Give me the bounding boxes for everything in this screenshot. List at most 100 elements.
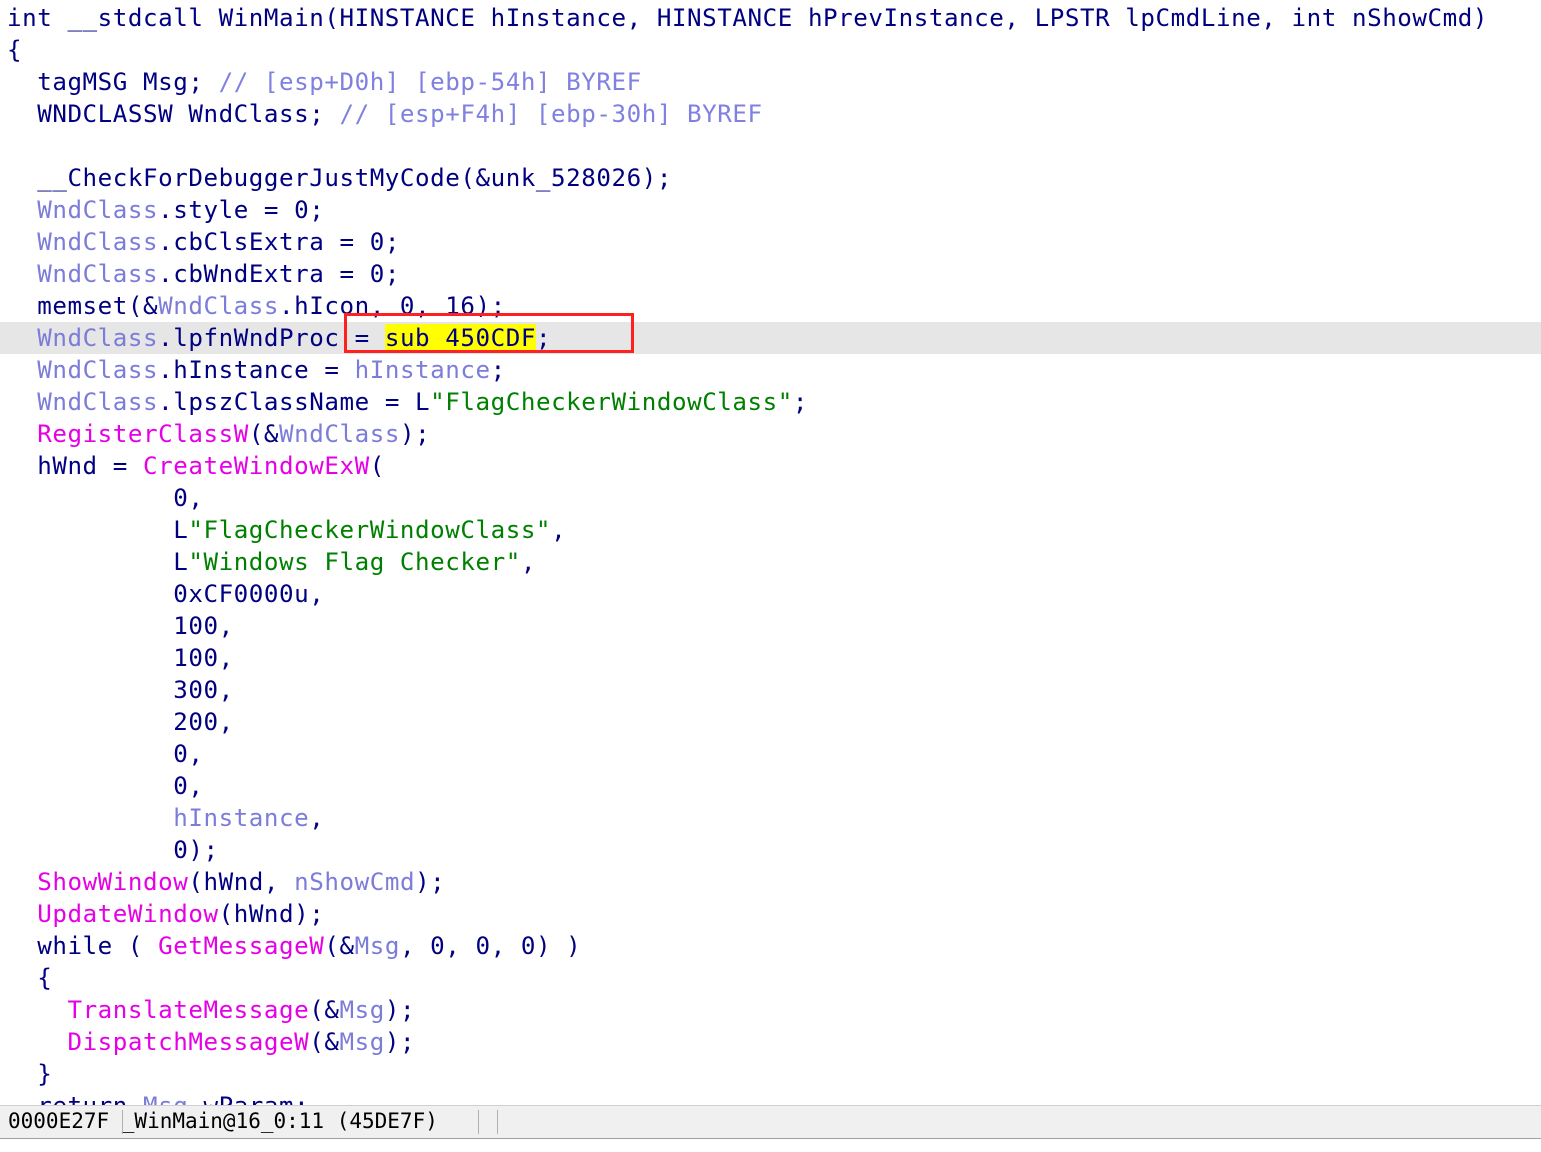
window-bottom-edge xyxy=(0,1138,1541,1152)
variable-token[interactable]: hInstance xyxy=(173,804,309,832)
code-token: ( xyxy=(369,452,385,480)
code-token: { xyxy=(7,964,53,992)
variable-token[interactable]: Msg xyxy=(339,1028,384,1056)
highlighted-identifier[interactable]: sub_450CDF xyxy=(384,324,536,352)
code-token: 300, xyxy=(7,676,234,704)
string-literal-token: "FlagCheckerWindowClass" xyxy=(430,388,793,416)
code-token: (hWnd); xyxy=(218,900,325,928)
code-line[interactable] xyxy=(0,130,1541,162)
variable-token[interactable]: Msg xyxy=(143,1092,188,1105)
code-line[interactable]: DispatchMessageW(&Msg); xyxy=(0,1026,1541,1058)
status-bar: 0000E27F _WinMain@16_0:11 (45DE7F) xyxy=(0,1105,1541,1139)
code-token: 0, xyxy=(7,740,204,768)
code-line[interactable]: { xyxy=(0,962,1541,994)
code-token: (& xyxy=(309,996,340,1024)
function-call-token[interactable]: CreateWindowExW xyxy=(143,452,370,480)
code-line[interactable]: WndClass.lpszClassName = L"FlagCheckerWi… xyxy=(0,386,1541,418)
variable-token[interactable]: hInstance xyxy=(355,356,491,384)
variable-token[interactable]: WndClass xyxy=(37,196,158,224)
function-call-token[interactable]: ShowWindow xyxy=(37,868,188,896)
function-call-token[interactable]: GetMessageW xyxy=(158,932,324,960)
code-line[interactable]: WndClass.style = 0; xyxy=(0,194,1541,226)
code-token: .lpfnWndProc = xyxy=(158,324,385,352)
function-call-token[interactable]: TranslateMessage xyxy=(67,996,309,1024)
code-token: .cbWndExtra = 0; xyxy=(158,260,400,288)
code-line[interactable]: hWnd = CreateWindowExW( xyxy=(0,450,1541,482)
variable-token[interactable]: WndClass xyxy=(37,356,158,384)
variable-token[interactable]: nShowCmd xyxy=(294,868,415,896)
code-line[interactable]: 300, xyxy=(0,674,1541,706)
code-line[interactable]: 0); xyxy=(0,834,1541,866)
code-token: ; xyxy=(792,388,808,416)
code-token: ); xyxy=(415,868,446,896)
function-call-token[interactable]: UpdateWindow xyxy=(37,900,218,928)
code-token: (& xyxy=(309,1028,340,1056)
code-line[interactable]: L"Windows Flag Checker", xyxy=(0,546,1541,578)
code-token: WNDCLASSW WndClass; xyxy=(7,100,340,128)
code-line[interactable]: 100, xyxy=(0,642,1541,674)
code-line[interactable]: 0, xyxy=(0,770,1541,802)
variable-token[interactable]: WndClass xyxy=(37,324,158,352)
code-token: .hInstance = xyxy=(158,356,355,384)
code-line[interactable]: 200, xyxy=(0,706,1541,738)
code-token: , xyxy=(520,548,536,576)
code-line[interactable]: RegisterClassW(&WndClass); xyxy=(0,418,1541,450)
code-line[interactable]: while ( GetMessageW(&Msg, 0, 0, 0) ) xyxy=(0,930,1541,962)
code-line[interactable]: ShowWindow(hWnd, nShowCmd); xyxy=(0,866,1541,898)
variable-token[interactable]: WndClass xyxy=(279,420,400,448)
code-line[interactable]: WndClass.hInstance = hInstance; xyxy=(0,354,1541,386)
variable-token[interactable]: Msg xyxy=(355,932,400,960)
pseudocode-view[interactable]: int __stdcall WinMain(HINSTANCE hInstanc… xyxy=(0,0,1541,1105)
function-call-token[interactable]: RegisterClassW xyxy=(37,420,249,448)
code-line[interactable]: L"FlagCheckerWindowClass", xyxy=(0,514,1541,546)
code-token: 0, xyxy=(7,484,204,512)
code-line-current[interactable]: WndClass.lpfnWndProc = sub_450CDF; xyxy=(0,322,1541,354)
code-line[interactable]: UpdateWindow(hWnd); xyxy=(0,898,1541,930)
variable-token[interactable]: WndClass xyxy=(158,292,279,320)
code-token: .cbClsExtra = 0; xyxy=(158,228,400,256)
code-line[interactable]: TranslateMessage(&Msg); xyxy=(0,994,1541,1026)
code-line[interactable]: WndClass.cbClsExtra = 0; xyxy=(0,226,1541,258)
code-line[interactable]: 0xCF0000u, xyxy=(0,578,1541,610)
code-line[interactable]: return Msg.wParam; xyxy=(0,1090,1541,1105)
code-token: L xyxy=(7,516,189,544)
code-token: .hIcon, 0, 16); xyxy=(279,292,506,320)
code-line[interactable]: 0, xyxy=(0,738,1541,770)
code-token: .style = 0; xyxy=(158,196,325,224)
code-token: __CheckForDebuggerJustMyCode(&unk_528026… xyxy=(7,164,672,192)
function-call-token[interactable]: DispatchMessageW xyxy=(67,1028,309,1056)
code-line[interactable]: hInstance, xyxy=(0,802,1541,834)
variable-token[interactable]: WndClass xyxy=(37,388,158,416)
code-line[interactable]: WNDCLASSW WndClass; // [esp+F4h] [ebp-30… xyxy=(0,98,1541,130)
variable-token[interactable]: WndClass xyxy=(37,260,158,288)
string-literal-token: "Windows Flag Checker" xyxy=(188,548,521,576)
code-token: , xyxy=(309,804,325,832)
code-token: (& xyxy=(324,932,355,960)
code-line[interactable]: 0, xyxy=(0,482,1541,514)
code-line[interactable]: __CheckForDebuggerJustMyCode(&unk_528026… xyxy=(0,162,1541,194)
variable-token[interactable]: WndClass xyxy=(37,228,158,256)
code-token: hWnd = xyxy=(7,452,144,480)
code-line[interactable]: WndClass.cbWndExtra = 0; xyxy=(0,258,1541,290)
code-line[interactable]: memset(&WndClass.hIcon, 0, 16); xyxy=(0,290,1541,322)
code-token: 100, xyxy=(7,612,234,640)
code-line[interactable]: int __stdcall WinMain(HINSTANCE hInstanc… xyxy=(0,2,1541,34)
code-line[interactable]: 100, xyxy=(0,610,1541,642)
code-line[interactable]: } xyxy=(0,1058,1541,1090)
code-line[interactable]: tagMSG Msg; // [esp+D0h] [ebp-54h] BYREF xyxy=(0,66,1541,98)
variable-token[interactable]: Msg xyxy=(339,996,384,1024)
code-token: int __stdcall WinMain(HINSTANCE hInstanc… xyxy=(7,4,1488,32)
code-token: , 0, 0, 0) ) xyxy=(399,932,582,960)
code-token: ; xyxy=(535,324,552,352)
code-line[interactable]: { xyxy=(0,34,1541,66)
status-separator xyxy=(122,1110,123,1134)
code-token: 200, xyxy=(7,708,234,736)
status-separator xyxy=(497,1110,498,1134)
string-literal-token: "FlagCheckerWindowClass" xyxy=(188,516,552,544)
